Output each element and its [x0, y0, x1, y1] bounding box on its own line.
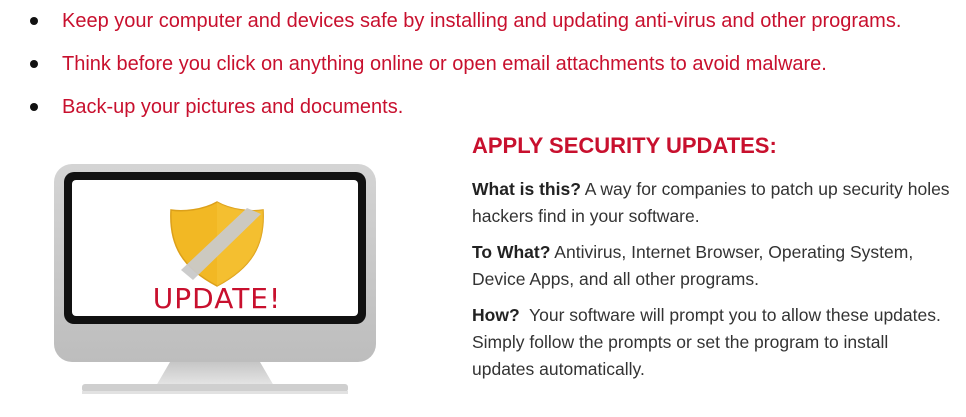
bullet-text: Think before you click on anything onlin…	[62, 53, 827, 75]
update-label: UPDATE!	[152, 282, 282, 315]
bullet-dot	[30, 103, 38, 111]
security-updates-section: APPLY SECURITY UPDATES: What is this? A …	[472, 132, 952, 392]
monitor-neck	[156, 362, 274, 386]
monitor-illustration: UPDATE!	[52, 162, 382, 412]
paragraph-what: What is this? A way for companies to pat…	[472, 176, 952, 230]
bullet-dot	[30, 17, 38, 25]
section-title: APPLY SECURITY UPDATES:	[472, 133, 777, 158]
bullet-dot	[30, 60, 38, 68]
paragraph-lead: How?	[472, 305, 520, 325]
paragraph-to-what: To What? Antivirus, Internet Browser, Op…	[472, 239, 952, 293]
bullet-item: Back-up your pictures and documents.	[30, 92, 403, 122]
paragraph-how: How? Your software will prompt you to al…	[472, 302, 952, 383]
bullet-item: Think before you click on anything onlin…	[30, 49, 827, 79]
paragraph-lead: What is this?	[472, 179, 581, 199]
bullet-text: Keep your computer and devices safe by i…	[62, 10, 902, 32]
paragraph-lead: To What?	[472, 242, 551, 262]
bullet-text: Back-up your pictures and documents.	[62, 96, 404, 118]
monitor-base	[82, 384, 348, 392]
bullet-item: Keep your computer and devices safe by i…	[30, 6, 901, 36]
paragraph-text: Your software will prompt you to allow t…	[472, 305, 946, 379]
